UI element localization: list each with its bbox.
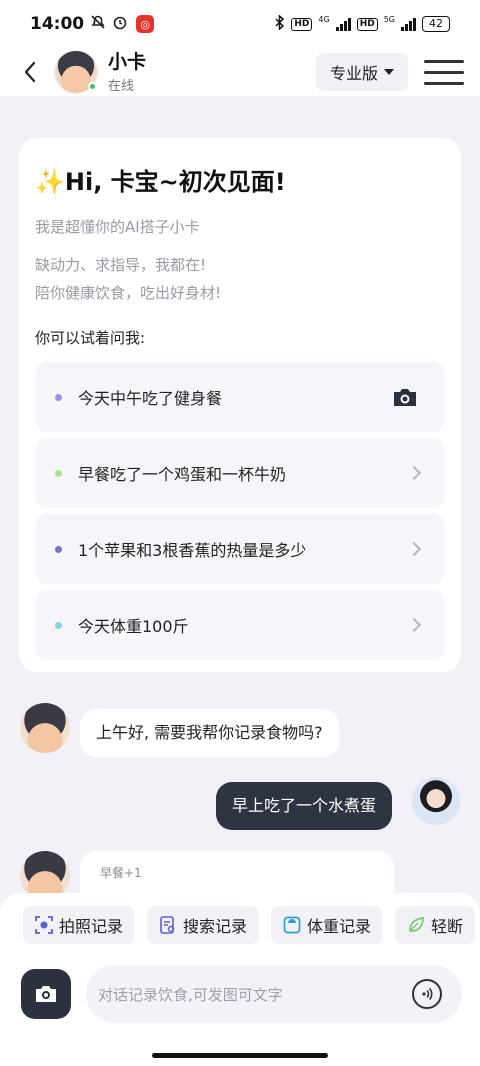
hd-badge: HD: [291, 17, 313, 31]
camera-button[interactable]: [21, 969, 71, 1019]
user-avatar[interactable]: [412, 777, 460, 825]
home-indicator: [152, 1053, 328, 1058]
bullet-dot: [55, 393, 62, 401]
signal-icon-2: [401, 17, 416, 31]
chat-header: 小卡 在线 专业版: [0, 48, 480, 96]
quick-actions-bar: 拍照记录 搜索记录 体重记录 轻断: [0, 893, 480, 957]
sound-wave-icon: [422, 987, 433, 1001]
signal-icon: [335, 17, 351, 31]
suggestion-item[interactable]: 1个苹果和3根香蕉的热量是多少: [35, 514, 445, 584]
suggestion-text: 1个苹果和3根香蕉的热量是多少: [78, 541, 307, 560]
alarm-icon: [112, 14, 128, 34]
welcome-desc-line2: 陪你健康饮食，吃出好身材!: [35, 284, 222, 302]
welcome-description: 缺动力、求指导，我都在! 陪你健康饮食，吃出好身材!: [35, 251, 445, 307]
scale-icon: [283, 916, 301, 934]
leaf-icon: [407, 916, 425, 934]
camera-icon[interactable]: [385, 377, 425, 417]
chip-photo-record[interactable]: 拍照记录: [23, 906, 136, 944]
status-time: 14:00: [30, 14, 85, 34]
bullet-dot: [55, 621, 62, 629]
suggestion-text: 今天中午吃了健身餐: [78, 389, 223, 408]
status-indicators: HD 4G HD 5G 42: [275, 13, 450, 34]
welcome-desc-line1: 缺动力、求指导，我都在!: [35, 256, 207, 274]
voice-input-button[interactable]: [412, 979, 442, 1009]
suggestion-list: 今天中午吃了健身餐 早餐吃了一个鸡蛋和一杯牛奶 1个苹果和3根香蕉的热量是多少 …: [35, 362, 445, 660]
suggestion-item[interactable]: 早餐吃了一个鸡蛋和一杯牛奶: [35, 438, 445, 508]
bullet-dot: [55, 469, 62, 477]
chip-label: 拍照记录: [59, 917, 124, 936]
online-indicator: [88, 82, 97, 91]
assistant-title: 小卡 在线: [108, 51, 146, 94]
mute-icon: [90, 14, 106, 34]
chevron-right-icon: [406, 617, 422, 633]
chip-search-record[interactable]: 搜索记录: [147, 906, 260, 944]
chip-label: 搜索记录: [183, 917, 248, 936]
bot-message: 上午好, 需要我帮你记录食物吗?: [80, 709, 339, 757]
battery-indicator: 42: [422, 16, 450, 32]
welcome-subtitle: 我是超懂你的AI搭子小卡: [35, 218, 200, 236]
suggestion-text: 今天体重100斤: [78, 617, 189, 636]
chevron-left-icon: [24, 61, 36, 83]
plan-label: 专业版: [329, 64, 378, 83]
welcome-card: ✨Hi, 卡宝~初次见面! 我是超懂你的AI搭子小卡 缺动力、求指导，我都在! …: [19, 138, 461, 672]
assistant-avatar[interactable]: [54, 50, 98, 94]
assistant-name: 小卡: [108, 50, 147, 73]
meal-tag: 早餐+1: [100, 866, 142, 880]
app-notification-icon: ◎: [136, 15, 155, 33]
user-message: 早上吃了一个水煮蛋: [216, 782, 393, 830]
bot-avatar[interactable]: [20, 703, 70, 753]
message-input[interactable]: 对话记录饮食,可发图可文字: [86, 965, 462, 1023]
back-button[interactable]: [10, 52, 50, 92]
status-bar: 14:00 ◎ HD 4G HD 5G 42: [0, 0, 480, 48]
suggestion-item[interactable]: 今天体重100斤: [35, 590, 445, 660]
camera-scan-icon: [35, 916, 53, 934]
menu-button[interactable]: [424, 52, 464, 92]
chevron-right-icon: [406, 541, 422, 557]
caret-down-icon: [384, 69, 394, 75]
bluetooth-icon: [275, 13, 285, 34]
chevron-right-icon: [406, 465, 422, 481]
chip-label: 体重记录: [307, 917, 372, 936]
suggestion-text: 早餐吃了一个鸡蛋和一杯牛奶: [78, 465, 287, 484]
chip-weight-record[interactable]: 体重记录: [271, 906, 384, 944]
chip-fasting[interactable]: 轻断: [395, 906, 476, 944]
network-4g-label: 4G: [318, 14, 330, 24]
assistant-status: 在线: [108, 78, 135, 94]
input-area: 对话记录饮食,可发图可文字: [0, 957, 480, 1066]
plan-selector-button[interactable]: 专业版: [315, 53, 408, 91]
search-doc-icon: [159, 916, 177, 934]
bullet-dot: [55, 545, 62, 553]
welcome-title: ✨Hi, 卡宝~初次见面!: [35, 168, 286, 196]
hamburger-icon: [424, 59, 464, 63]
hd-badge-2: HD: [356, 17, 378, 31]
camera-icon: [36, 986, 56, 1002]
message-placeholder: 对话记录饮食,可发图可文字: [98, 985, 283, 1004]
suggestion-item[interactable]: 今天中午吃了健身餐: [35, 362, 445, 432]
network-5g-label: 5G: [383, 14, 395, 24]
chip-label: 轻断: [431, 917, 464, 936]
suggestion-heading: 你可以试着问我:: [35, 329, 146, 347]
